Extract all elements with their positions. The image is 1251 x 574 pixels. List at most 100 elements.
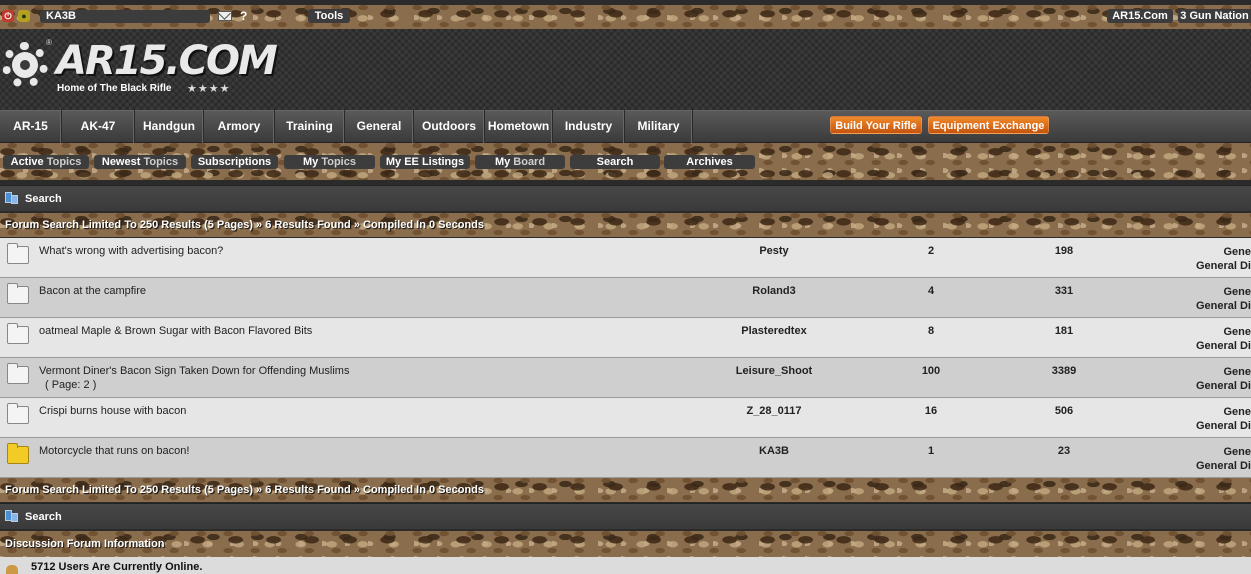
gear-logo-hole <box>20 60 30 70</box>
tools-menu-button[interactable]: Tools <box>308 9 350 23</box>
book-icon-back <box>11 195 18 204</box>
3-gun-nation-link[interactable]: 3 Gun Nation <box>1178 9 1251 23</box>
help-icon[interactable]: ? <box>240 9 247 23</box>
topic-title-link[interactable]: Bacon at the campfire <box>39 285 146 297</box>
active-label: Active <box>10 156 44 168</box>
newest-topics-label: Topics <box>143 156 179 168</box>
registered-mark: ® <box>46 38 52 47</box>
search-button[interactable]: Search <box>570 155 660 169</box>
topic-author-link[interactable]: Pesty <box>680 245 868 257</box>
user-status-icon[interactable]: ● <box>18 10 30 22</box>
forum-line-1: Gene <box>1223 326 1251 338</box>
topic-author-link[interactable]: Leisure_Shoot <box>680 365 868 377</box>
my-topics-my-label: My <box>303 156 319 168</box>
nav-armory[interactable]: Armory <box>204 110 275 143</box>
result-row[interactable]: oatmeal Maple & Brown Sugar with Bacon F… <box>0 318 1251 358</box>
topic-title-link[interactable]: Crispi burns house with bacon <box>39 405 186 417</box>
active-topics-label: Topics <box>46 156 82 168</box>
ar15-com-link[interactable]: AR15.Com <box>1107 9 1173 23</box>
topic-views: 198 <box>1054 245 1074 257</box>
forum-line-2: General Di <box>1195 340 1251 352</box>
online-users-row: 5712 Users Are Currently Online. <box>0 557 1251 574</box>
my-topics-label: Topics <box>321 156 356 168</box>
nav-training[interactable]: Training <box>275 110 345 143</box>
result-row[interactable]: Crispi burns house with bacon Z_28_0117 16… <box>0 398 1251 438</box>
newest-label: Newest <box>101 156 141 168</box>
my-ee-listings-button[interactable]: My EE Listings <box>380 155 470 169</box>
nav-military[interactable]: Military <box>625 110 693 143</box>
nav-industry[interactable]: Industry <box>553 110 625 143</box>
my-topics-button[interactable]: My Topics <box>284 155 375 169</box>
subscriptions-button[interactable]: Subscriptions <box>191 155 278 169</box>
my-board-button[interactable]: My Board <box>475 155 565 169</box>
nav-outdoors[interactable]: Outdoors <box>414 110 485 143</box>
site-logo[interactable]: AR15.COM <box>56 38 278 84</box>
online-users-text: 5712 Users Are Currently Online. <box>31 561 203 573</box>
username-field[interactable]: KA3B <box>40 10 210 23</box>
topic-views: 3389 <box>1051 365 1077 377</box>
nav-handgun[interactable]: Handgun <box>135 110 204 143</box>
topic-author-link[interactable]: KA3B <box>680 445 868 457</box>
forum-line-2: General Di <box>1195 380 1251 392</box>
topic-replies: 1 <box>927 445 935 457</box>
site-tagline: Home of The Black Rifle <box>57 83 172 94</box>
topic-page-link[interactable]: ( Page: 2 ) <box>45 379 96 391</box>
topic-replies: 2 <box>927 245 935 257</box>
nav-hometown[interactable]: Hometown <box>485 110 553 143</box>
search-section-title: Search <box>25 193 62 205</box>
forum-line-1: Gene <box>1223 406 1251 418</box>
search-section-footer: Search <box>0 503 1251 529</box>
topic-author-link[interactable]: Plasteredtex <box>680 325 868 337</box>
result-row[interactable]: What's wrong with advertising bacon? Pest… <box>0 238 1251 278</box>
topic-views: 181 <box>1054 325 1074 337</box>
topic-forum-link[interactable]: Gene General Di <box>1160 445 1251 473</box>
topic-folder-icon <box>7 243 29 264</box>
topic-title-link[interactable]: Vermont Diner's Bacon Sign Taken Down fo… <box>39 365 349 377</box>
forum-line-2: General Di <box>1195 460 1251 472</box>
book-icon-back <box>11 513 18 522</box>
topic-forum-link[interactable]: Gene General Di <box>1160 325 1251 353</box>
topic-folder-icon <box>7 363 29 384</box>
my-board-my-label: My <box>494 156 511 168</box>
forum-line-1: Gene <box>1223 446 1251 458</box>
topic-author-link[interactable]: Z_28_0117 <box>680 405 868 417</box>
equipment-exchange-button[interactable]: Equipment Exchange <box>928 116 1049 134</box>
result-row[interactable]: Vermont Diner's Bacon Sign Taken Down fo… <box>0 358 1251 398</box>
topic-views: 506 <box>1054 405 1074 417</box>
users-online-icon <box>6 565 18 574</box>
result-row[interactable]: Bacon at the campfire Roland3 4 331 Gene Gene… <box>0 278 1251 318</box>
topic-forum-link[interactable]: Gene General Di <box>1160 245 1251 273</box>
search-footer-title: Search <box>25 511 62 523</box>
nav-ar-15[interactable]: AR-15 <box>0 110 62 143</box>
topic-title-link[interactable]: Motorcycle that runs on bacon! <box>39 445 189 457</box>
topic-forum-link[interactable]: Gene General Di <box>1160 405 1251 433</box>
topic-author-link[interactable]: Roland3 <box>680 285 868 297</box>
my-board-label: Board <box>513 156 546 168</box>
newest-topics-button[interactable]: Newest Topics <box>94 155 186 169</box>
topic-views: 23 <box>1057 445 1071 457</box>
mail-icon[interactable] <box>218 11 232 21</box>
active-topics-button[interactable]: Active Topics <box>3 155 89 169</box>
topic-folder-icon <box>7 283 29 304</box>
new-topic-folder-icon <box>7 443 29 464</box>
topic-replies: 100 <box>921 365 941 377</box>
forum-line-1: Gene <box>1223 366 1251 378</box>
topic-title-link[interactable]: oatmeal Maple & Brown Sugar with Bacon F… <box>39 325 312 337</box>
topic-forum-link[interactable]: Gene General Di <box>1160 365 1251 393</box>
logout-power-icon[interactable]: ⏻ <box>2 10 14 22</box>
archives-button[interactable]: Archives <box>664 155 755 169</box>
result-row[interactable]: Motorcycle that runs on bacon! KA3B 1 23 Gen… <box>0 438 1251 478</box>
topic-replies: 4 <box>927 285 935 297</box>
topic-folder-icon <box>7 323 29 344</box>
results-summary-bar: Forum Search Limited To 250 Results (5 P… <box>0 213 1251 237</box>
search-section-header: Search <box>0 185 1251 211</box>
build-your-rifle-button[interactable]: Build Your Rifle <box>830 116 922 134</box>
nav-ak-47[interactable]: AK-47 <box>62 110 135 143</box>
topic-views: 331 <box>1054 285 1074 297</box>
topic-forum-link[interactable]: Gene General Di <box>1160 285 1251 313</box>
results-summary-bar-bottom: Forum Search Limited To 250 Results (5 P… <box>0 478 1251 502</box>
forum-info-header: Discussion Forum Information <box>0 531 1251 557</box>
topic-title-link[interactable]: What's wrong with advertising bacon? <box>39 245 223 257</box>
topic-replies: 8 <box>927 325 935 337</box>
nav-general[interactable]: General <box>345 110 414 143</box>
